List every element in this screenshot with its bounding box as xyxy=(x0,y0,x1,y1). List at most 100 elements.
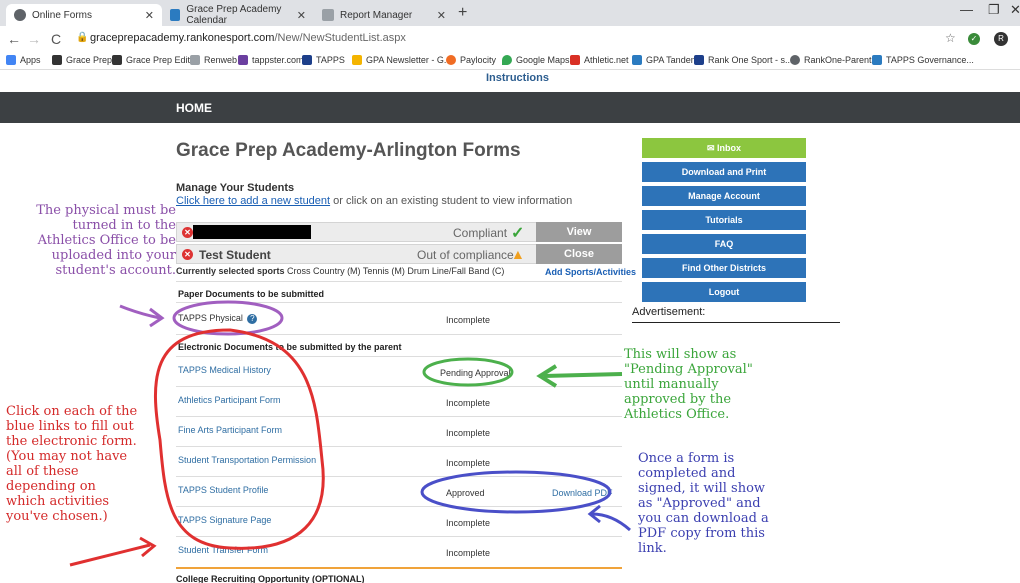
close-button[interactable]: Close xyxy=(536,244,622,264)
document-row: Student Transportation Permission Incomp… xyxy=(176,447,622,477)
annotation-blue: Once a form is completed and signed, it … xyxy=(638,451,769,556)
annotation-green: This will show as "Pending Approval" unt… xyxy=(624,347,753,422)
paylocity-icon xyxy=(446,55,456,65)
advertisement-divider xyxy=(632,322,840,323)
bookmark-grace-prep[interactable]: Grace Prep xyxy=(52,55,112,65)
url-field[interactable]: graceprepacademy.rankonesport.com/New/Ne… xyxy=(90,32,406,44)
top-nav: HOME xyxy=(0,92,1020,123)
page-title: Grace Prep Academy-Arlington Forms xyxy=(176,140,521,161)
bookmark-google-maps[interactable]: Google Maps xyxy=(502,55,570,65)
faq-button[interactable]: FAQ xyxy=(642,234,806,254)
athletic-net-icon xyxy=(570,55,580,65)
doc-link[interactable]: TAPPS Physical ? xyxy=(178,313,258,324)
remove-student-icon[interactable]: ✕ xyxy=(182,249,193,260)
add-student-link[interactable]: Click here to add a new student xyxy=(176,195,330,207)
manage-account-button[interactable]: Manage Account xyxy=(642,186,806,206)
instructions-link[interactable]: Instructions xyxy=(486,72,549,84)
remove-student-icon[interactable]: ✕ xyxy=(182,227,193,238)
add-sports-link[interactable]: Add Sports/Activities xyxy=(545,267,636,277)
doc-link[interactable]: Fine Arts Participant Form xyxy=(178,425,282,435)
download-pdf-link[interactable]: Download PDF xyxy=(552,488,613,498)
college-heading: College Recruiting Opportunity (OPTIONAL… xyxy=(176,574,365,583)
back-icon[interactable]: ← xyxy=(4,31,24,47)
bookmark-gpa-newsletter[interactable]: GPA Newsletter - G... xyxy=(352,55,451,65)
help-icon[interactable]: ? xyxy=(247,313,258,324)
doc-link[interactable]: Student Transfer Form xyxy=(178,545,268,555)
bookmark-grace-prep-edit[interactable]: Grace Prep Edit xyxy=(112,55,190,65)
reload-icon[interactable]: C xyxy=(46,31,66,47)
view-button[interactable]: View xyxy=(536,222,622,242)
tab-calendar[interactable]: Grace Prep Academy Calendar ✕ xyxy=(162,4,314,26)
annotation-red: Click on each of the blue links to fill … xyxy=(6,404,138,524)
forward-icon[interactable]: → xyxy=(24,31,44,47)
map-pin-icon xyxy=(502,55,512,65)
section-divider xyxy=(176,567,622,569)
bookmark-tappster[interactable]: tappster.com xyxy=(238,55,304,65)
new-tab-icon[interactable]: + xyxy=(458,4,467,22)
close-icon[interactable]: ✕ xyxy=(437,9,446,22)
doc-status: Incomplete xyxy=(446,398,491,408)
star-icon[interactable]: ☆ xyxy=(945,31,956,45)
nav-home[interactable]: HOME xyxy=(176,101,212,115)
bookmark-apps[interactable]: Apps xyxy=(6,55,41,65)
red-arrow xyxy=(69,543,151,567)
drive-icon xyxy=(352,55,362,65)
doc-status: Incomplete xyxy=(446,428,491,438)
rank-one-icon xyxy=(694,55,704,65)
window-close-icon[interactable]: ✕ xyxy=(1010,2,1020,18)
document-row: TAPPS Physical ? Incomplete xyxy=(176,303,622,335)
bookmark-paylocity[interactable]: Paylocity xyxy=(446,55,496,65)
doc-status: Incomplete xyxy=(446,458,491,468)
close-icon[interactable]: ✕ xyxy=(297,9,306,22)
document-row: TAPPS Student Profile Approved Download … xyxy=(176,477,622,507)
bookmark-athletic-net[interactable]: Athletic.net xyxy=(570,55,629,65)
bookmark-gpa-tandem[interactable]: GPA Tandem xyxy=(632,55,698,65)
address-bar-row: ← → C 🔒 graceprepacademy.rankonesport.co… xyxy=(0,26,1020,52)
red-arrowhead xyxy=(139,536,157,558)
minimize-icon[interactable]: — xyxy=(960,2,973,17)
tab-report-manager[interactable]: Report Manager ✕ xyxy=(314,4,454,26)
tab-title: Online Forms xyxy=(32,9,93,21)
manage-heading: Manage Your Students xyxy=(176,182,295,194)
doc-link[interactable]: Athletics Participant Form xyxy=(178,395,281,405)
bookmark-tapps[interactable]: TAPPS xyxy=(302,55,345,65)
sheets-icon xyxy=(872,55,882,65)
bookmarks-bar: Apps Grace Prep Grace Prep Edit Renweb t… xyxy=(0,52,1020,70)
doc-status: Approved xyxy=(446,488,485,498)
student-name: Test Student xyxy=(199,248,271,262)
bookmark-rank-one-sport[interactable]: Rank One Sport - s... xyxy=(694,55,793,65)
bookmark-rankone-parents[interactable]: RankOne-Parents xyxy=(790,55,876,65)
doc-link[interactable]: TAPPS Signature Page xyxy=(178,515,271,525)
tandem-icon xyxy=(632,55,642,65)
doc-link[interactable]: TAPPS Student Profile xyxy=(178,485,268,495)
document-row: TAPPS Signature Page Incomplete xyxy=(176,507,622,537)
doc-link[interactable]: TAPPS Medical History xyxy=(178,365,271,375)
doc-status: Pending Approval xyxy=(440,368,511,378)
doc-status: Incomplete xyxy=(446,518,491,528)
doc-link[interactable]: Student Transportation Permission xyxy=(178,455,316,465)
inbox-button[interactable]: ✉ Inbox xyxy=(642,138,806,158)
compliance-status: Out of compliance xyxy=(417,248,514,262)
lock-icon: 🔒 xyxy=(76,32,89,43)
globe-icon xyxy=(14,9,26,21)
section-header: Electronic Documents to be submitted by … xyxy=(176,335,622,357)
grace-prep-icon xyxy=(112,55,122,65)
tappster-icon xyxy=(238,55,248,65)
find-districts-button[interactable]: Find Other Districts xyxy=(642,258,806,278)
apps-grid-icon xyxy=(6,55,16,65)
purple-arrow xyxy=(119,304,161,320)
tab-title: Report Manager xyxy=(340,9,413,21)
close-icon[interactable]: ✕ xyxy=(145,9,154,22)
bookmark-tapps-governance[interactable]: TAPPS Governance... xyxy=(872,55,974,65)
download-print-button[interactable]: Download and Print xyxy=(642,162,806,182)
tab-online-forms[interactable]: Online Forms ✕ xyxy=(6,4,162,26)
document-row: Student Transfer Form Incomplete xyxy=(176,537,622,567)
extension-check-icon[interactable]: ✓ xyxy=(968,33,980,45)
warning-icon: ▲ xyxy=(511,246,525,262)
tutorials-button[interactable]: Tutorials xyxy=(642,210,806,230)
maximize-icon[interactable]: ❐ xyxy=(988,2,1000,18)
logout-button[interactable]: Logout xyxy=(642,282,806,302)
bookmark-renweb[interactable]: Renweb xyxy=(190,55,237,65)
document-row: Athletics Participant Form Incomplete xyxy=(176,387,622,417)
profile-avatar[interactable]: R xyxy=(994,32,1008,46)
